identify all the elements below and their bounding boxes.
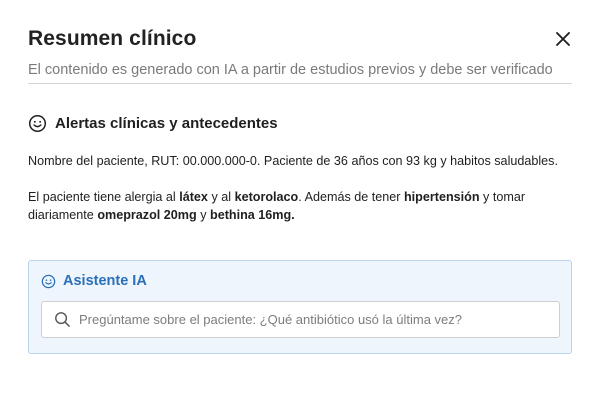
allergy-text-1: El paciente tiene alergia al bbox=[28, 190, 180, 204]
allergy-text-3: . Además de tener bbox=[298, 190, 404, 204]
modal-header: Resumen clínico bbox=[28, 0, 572, 56]
close-button[interactable] bbox=[552, 28, 574, 50]
alerts-section-title: Alertas clínicas y antecedentes bbox=[55, 115, 278, 132]
allergy-text-5: y bbox=[196, 208, 210, 222]
patient-info-text: Nombre del paciente, RUT: 00.000.000-0. … bbox=[28, 154, 558, 168]
close-icon bbox=[555, 31, 571, 47]
smiley-icon bbox=[41, 274, 56, 289]
allergy-info-text: El paciente tiene alergia al látex y al … bbox=[28, 188, 572, 224]
allergy-text-2: y al bbox=[207, 190, 235, 204]
allergy-ketorolac: ketorolaco bbox=[234, 190, 299, 204]
medication-omeprazole: omeprazol 20mg bbox=[97, 208, 197, 222]
alerts-section-header: Alertas clínicas y antecedentes bbox=[28, 114, 572, 133]
ai-assistant-header: Asistente IA bbox=[41, 273, 559, 289]
condition-hypertension: hipertensión bbox=[403, 190, 480, 204]
clinical-summary-modal: Resumen clínico El contenido es generado… bbox=[0, 0, 600, 400]
ai-assistant-panel: Asistente IA bbox=[28, 260, 572, 354]
allergy-latex: látex bbox=[179, 190, 208, 204]
modal-title: Resumen clínico bbox=[28, 27, 197, 50]
medication-bethina: bethina 16mg. bbox=[210, 208, 295, 222]
search-icon bbox=[54, 311, 71, 328]
smiley-icon bbox=[28, 114, 47, 133]
ai-question-input[interactable] bbox=[79, 312, 549, 327]
ai-assistant-title: Asistente IA bbox=[63, 273, 147, 289]
modal-subtitle: El contenido es generado con IA a partir… bbox=[28, 62, 572, 84]
ai-question-field[interactable] bbox=[41, 301, 560, 338]
